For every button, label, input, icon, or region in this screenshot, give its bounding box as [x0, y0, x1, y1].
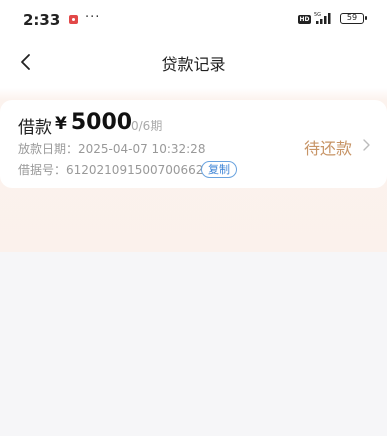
- clock: 2:33: [23, 11, 61, 29]
- loan-record-card[interactable]: 借款 ¥5000 0/6期 放款日期：2025-04-07 10:32:28 借…: [0, 100, 387, 188]
- svg-text:5G: 5G: [314, 12, 321, 18]
- loan-label: 借款: [18, 118, 52, 138]
- page-title: 贷款记录: [161, 55, 226, 74]
- amount-value: 5000: [70, 110, 133, 135]
- loan-term: 0/6期: [131, 119, 163, 133]
- nav-bar: 贷款记录: [0, 40, 387, 84]
- loan-amount: ¥5000: [55, 110, 132, 135]
- battery-icon: 59: [340, 13, 367, 24]
- signal-icon: 5G: [314, 12, 331, 24]
- copy-button[interactable]: 复制: [201, 161, 237, 178]
- currency-symbol: ¥: [55, 114, 67, 134]
- notification-icon: [69, 15, 78, 24]
- status-bar: 2:33 ··· HD 5G 59: [0, 0, 387, 40]
- chevron-right-icon[interactable]: [361, 138, 371, 152]
- more-notifications-icon: ···: [85, 10, 101, 25]
- hd-icon: HD: [298, 15, 311, 24]
- disbursement-date: 放款日期：2025-04-07 10:32:28: [18, 142, 206, 156]
- repayment-status[interactable]: 待还款: [304, 135, 352, 159]
- loan-number: 借据号：612021091500700662: [18, 163, 204, 177]
